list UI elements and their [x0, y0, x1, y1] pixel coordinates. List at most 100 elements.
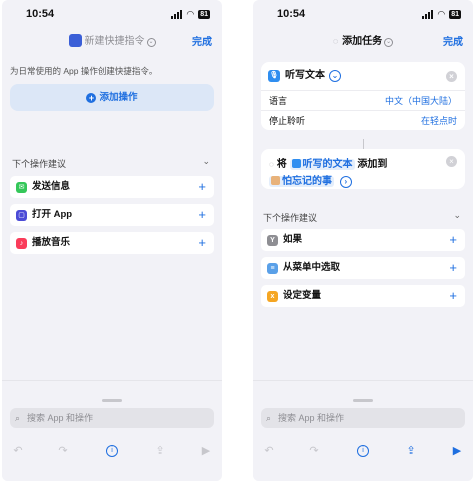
dictate-text-card: 🎙 听写文本 ⌄ × 语言 中文（中国大陆） 停止聆听 在轻点时 — [261, 62, 465, 130]
app-icon: ▢ — [16, 210, 27, 221]
status-bar: 10:54 ◠ 81 — [2, 0, 222, 28]
add-plus-icon[interactable]: + — [198, 232, 206, 254]
plus-circle-icon: + — [86, 93, 97, 103]
suggestion-label: 设定变量 — [283, 290, 322, 301]
left-phone-screen: 10:54 ◠ 81 新建快捷指令 ⌄ 完成 为日常使用的 App 操作创建快捷指… — [2, 0, 222, 481]
search-icon: ⌕ — [266, 413, 272, 423]
action-connector — [363, 139, 364, 149]
word-add-to: 添加到 — [357, 159, 388, 170]
status-time: 10:54 — [26, 8, 55, 20]
battery-indicator: 81 — [198, 10, 210, 19]
chevron-right-icon[interactable]: › — [339, 176, 352, 188]
status-time: 10:54 — [277, 8, 306, 20]
suggestion-label: 从菜单中选取 — [283, 262, 341, 273]
wifi-icon: ◠ — [437, 9, 446, 19]
suggestion-label: 发送信息 — [32, 181, 71, 192]
stop-listening-row[interactable]: 停止聆听 在轻点时 — [261, 110, 465, 130]
suggestions-header-label: 下个操作建议 — [263, 213, 318, 223]
suggestion-choose-from-menu[interactable]: ≡ 从菜单中选取 + — [261, 257, 465, 279]
shortcut-title: 添加任务 — [342, 36, 383, 47]
dictate-card-header[interactable]: 🎙 听写文本 ⌄ × — [261, 62, 465, 90]
add-to-reminder-card: ◌ 将 听写的文本 添加到 怕忘记的事 › × — [261, 149, 465, 189]
add-plus-icon[interactable]: + — [449, 229, 457, 251]
variable-label: 听写的文本 — [302, 159, 353, 170]
run-icon[interactable]: ▶ — [195, 440, 217, 462]
chevron-down-icon: ⌄ — [453, 210, 461, 220]
add-plus-icon[interactable]: + — [449, 285, 457, 307]
face-emoji-icon — [271, 176, 280, 185]
add-action-button[interactable]: + 添加操作 — [10, 84, 214, 111]
if-icon: Y — [267, 235, 278, 246]
editor-toolbar: ↶ ↷ i ⇪ ▶ — [2, 440, 222, 462]
hint-text: 为日常使用的 App 操作创建快捷指令。 — [10, 66, 158, 76]
right-phone-screen: 10:54 ◠ 81 ◌ 添加任务 ⌄ 完成 🎙 听写文本 ⌄ × 语言 中文（中国大… — [253, 0, 473, 481]
suggestions-header[interactable]: 下个操作建议 ⌄ — [263, 210, 463, 224]
suggestion-label: 打开 App — [32, 209, 73, 220]
close-icon[interactable]: × — [446, 71, 457, 82]
add-plus-icon[interactable]: + — [198, 176, 206, 198]
suggestions-header[interactable]: 下个操作建议 ⌄ — [12, 156, 212, 170]
share-icon[interactable]: ⇪ — [400, 440, 422, 462]
chevron-down-icon: ⌄ — [384, 38, 394, 47]
shortcut-title-button[interactable]: ◌ 添加任务 ⌄ — [253, 32, 473, 47]
chevron-down-icon: ⌄ — [146, 38, 156, 47]
microphone-icon: 🎙 — [268, 70, 280, 82]
sheet-grabber[interactable] — [353, 399, 373, 402]
signal-icon — [171, 10, 183, 19]
redo-icon[interactable]: ↷ — [52, 440, 74, 462]
target-label: 怕忘记的事 — [282, 176, 332, 187]
share-icon[interactable]: ⇪ — [149, 440, 171, 462]
editor-toolbar: ↶ ↷ i ⇪ ▶ — [253, 440, 473, 462]
suggestion-set-variable[interactable]: x 设定变量 + — [261, 285, 465, 307]
search-input[interactable]: ⌕ 搜索 App 和操作 — [261, 408, 465, 428]
search-input[interactable]: ⌕ 搜索 App 和操作 — [10, 408, 214, 428]
status-icons: ◠ 81 — [422, 9, 461, 20]
undo-icon[interactable]: ↶ — [258, 440, 280, 462]
suggestions-header-label: 下个操作建议 — [12, 159, 67, 169]
menu-icon: ≡ — [267, 263, 278, 274]
done-button[interactable]: 完成 — [443, 33, 463, 48]
language-row[interactable]: 语言 中文（中国大陆） — [261, 90, 465, 110]
microphone-icon — [291, 159, 301, 168]
music-icon: ♪ — [16, 238, 27, 249]
bottom-sheet: ⌕ 搜索 App 和操作 ↶ ↷ i ⇪ ▶ — [2, 380, 222, 481]
language-label: 语言 — [269, 96, 288, 106]
close-icon[interactable]: × — [446, 156, 457, 167]
sheet-grabber[interactable] — [102, 399, 122, 402]
suggestion-if[interactable]: Y 如果 + — [261, 229, 465, 251]
suggestions-list: ✉ 发送信息 + ▢ 打开 App + ♪ 播放音乐 + — [10, 176, 214, 260]
stop-listening-label: 停止聆听 — [269, 116, 306, 126]
nav-bar: ◌ 添加任务 ⌄ 完成 — [253, 28, 473, 50]
add-card-line-1: ◌ 将 听写的文本 添加到 — [269, 155, 387, 170]
info-icon[interactable]: i — [101, 440, 123, 462]
suggestion-send-message[interactable]: ✉ 发送信息 + — [10, 176, 214, 198]
add-action-label: 添加操作 — [99, 92, 138, 103]
done-button[interactable]: 完成 — [192, 33, 212, 48]
chevron-down-icon: ⌄ — [202, 156, 210, 166]
bottom-sheet: ⌕ 搜索 App 和操作 ↶ ↷ i ⇪ ▶ — [253, 380, 473, 481]
stop-listening-value[interactable]: 在轻点时 — [421, 111, 457, 130]
search-icon: ⌕ — [15, 413, 21, 423]
suggestion-play-music[interactable]: ♪ 播放音乐 + — [10, 232, 214, 254]
loading-spinner-icon: ◌ — [332, 36, 339, 46]
redo-icon[interactable]: ↷ — [303, 440, 325, 462]
suggestion-label: 如果 — [283, 234, 303, 245]
run-icon[interactable]: ▶ — [446, 440, 468, 462]
reminder-list-target[interactable]: 怕忘记的事 — [269, 176, 334, 187]
info-icon[interactable]: i — [352, 440, 374, 462]
undo-icon[interactable]: ↶ — [7, 440, 29, 462]
shortcut-icon — [68, 34, 82, 47]
suggestions-list: Y 如果 + ≡ 从菜单中选取 + x 设定变量 + — [261, 229, 465, 313]
nav-bar: 新建快捷指令 ⌄ 完成 — [2, 28, 222, 50]
suggestion-open-app[interactable]: ▢ 打开 App + — [10, 204, 214, 226]
add-plus-icon[interactable]: + — [198, 204, 206, 226]
dictated-text-variable[interactable]: 听写的文本 — [289, 159, 355, 170]
variable-icon: x — [267, 291, 278, 302]
language-value[interactable]: 中文（中国大陆） — [385, 91, 457, 111]
add-card-line-2: 怕忘记的事 › — [269, 172, 352, 188]
shortcut-title: 新建快捷指令 — [84, 36, 145, 47]
suggestion-label: 播放音乐 — [32, 237, 71, 248]
shortcut-title-button[interactable]: 新建快捷指令 ⌄ — [2, 32, 222, 47]
add-plus-icon[interactable]: + — [449, 257, 457, 279]
chevron-down-icon[interactable]: ⌄ — [329, 70, 341, 82]
